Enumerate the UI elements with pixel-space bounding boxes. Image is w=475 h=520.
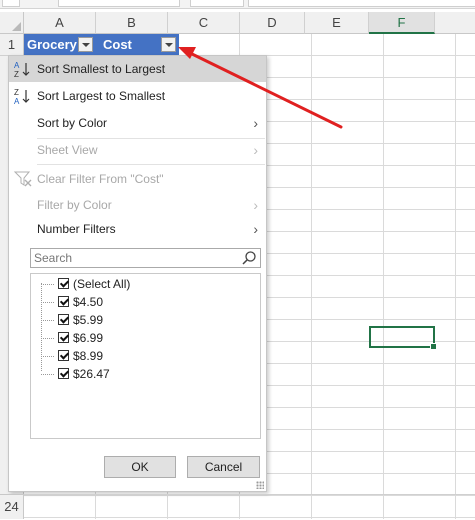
chevron-right-icon: › bbox=[253, 221, 258, 237]
select-all-corner[interactable] bbox=[0, 12, 24, 34]
sort-descending-icon: Z A bbox=[14, 88, 30, 105]
sheet-view-item: Sheet View › bbox=[9, 137, 266, 163]
resize-grip-icon[interactable] bbox=[256, 481, 264, 489]
clear-filter-item: Clear Filter From "Cost" bbox=[9, 166, 266, 192]
sort-largest-to-smallest-item[interactable]: Z A Sort Largest to Smallest bbox=[9, 83, 266, 109]
sort-by-color-label: Sort by Color bbox=[37, 116, 108, 130]
active-cell-f[interactable] bbox=[369, 326, 437, 350]
filter-search-input[interactable]: Search bbox=[30, 248, 261, 268]
filter-by-color-label: Filter by Color bbox=[37, 198, 112, 212]
chevron-right-icon: › bbox=[253, 197, 258, 213]
filter-item-value[interactable]: $26.47 bbox=[33, 365, 258, 383]
column-header-f[interactable]: F bbox=[369, 12, 435, 34]
row-header-1[interactable]: 1 bbox=[0, 34, 24, 56]
cancel-button[interactable]: Cancel bbox=[187, 456, 260, 478]
svg-text:Z: Z bbox=[14, 88, 19, 97]
menu-divider bbox=[37, 164, 265, 165]
checkbox-checked[interactable] bbox=[58, 368, 69, 379]
sort-ascending-label: Sort Smallest to Largest bbox=[37, 62, 166, 76]
ok-button[interactable]: OK bbox=[104, 456, 176, 478]
search-icon bbox=[242, 251, 256, 265]
checkbox-checked[interactable] bbox=[58, 296, 69, 307]
formula-box-edge bbox=[58, 0, 180, 7]
checkbox-checked[interactable] bbox=[58, 332, 69, 343]
checkbox-checked[interactable] bbox=[58, 278, 69, 289]
checkbox-checked[interactable] bbox=[58, 350, 69, 361]
filter-item-value[interactable]: $4.50 bbox=[33, 293, 258, 311]
search-placeholder: Search bbox=[34, 251, 73, 265]
header-cell-cost-text: Cost bbox=[103, 37, 132, 52]
row-header-24[interactable]: 24 bbox=[0, 494, 24, 519]
column-header-c[interactable]: C bbox=[168, 12, 240, 34]
top-toolbar-strip bbox=[0, 0, 475, 9]
svg-text:A: A bbox=[14, 97, 20, 105]
svg-text:A: A bbox=[14, 61, 20, 70]
header-cell-cost[interactable]: Cost bbox=[96, 34, 179, 56]
formula-bar-edge bbox=[248, 0, 475, 7]
column-header-b[interactable]: B bbox=[96, 12, 168, 34]
sheet-view-label: Sheet View bbox=[37, 143, 98, 157]
column-header-g[interactable] bbox=[435, 12, 475, 34]
sort-ascending-icon: A Z bbox=[14, 61, 30, 78]
chevron-right-icon: › bbox=[253, 142, 258, 158]
filter-values-list: (Select All) $4.50 $5.99 $6.99 $8.99 $26… bbox=[30, 273, 261, 439]
autofilter-menu: A Z Sort Smallest to Largest Z A Sort La… bbox=[8, 55, 267, 492]
column-header-e[interactable]: E bbox=[305, 12, 369, 34]
filter-item-value[interactable]: $6.99 bbox=[33, 329, 258, 347]
clear-filter-label: Clear Filter From "Cost" bbox=[37, 172, 164, 186]
row-24-cells[interactable] bbox=[24, 494, 475, 520]
sort-smallest-to-largest-item[interactable]: A Z Sort Smallest to Largest bbox=[9, 56, 266, 82]
toolbar-box-edge bbox=[190, 0, 244, 7]
header-cell-grocery[interactable]: Grocery bbox=[24, 34, 96, 56]
svg-text:Z: Z bbox=[14, 70, 19, 78]
sort-descending-label: Sort Largest to Smallest bbox=[37, 89, 166, 103]
column-header-a[interactable]: A bbox=[24, 12, 96, 34]
filter-dropdown-grocery-button[interactable] bbox=[78, 37, 93, 52]
filter-by-color-item: Filter by Color › bbox=[9, 192, 266, 218]
clear-filter-icon bbox=[13, 171, 32, 187]
checkbox-checked[interactable] bbox=[58, 314, 69, 325]
chevron-right-icon: › bbox=[253, 115, 258, 131]
header-cell-grocery-text: Grocery bbox=[27, 37, 77, 52]
number-filters-label: Number Filters bbox=[37, 222, 116, 236]
filter-item-value[interactable]: $8.99 bbox=[33, 347, 258, 365]
filter-item-value[interactable]: $5.99 bbox=[33, 311, 258, 329]
filter-dropdown-cost-button[interactable] bbox=[161, 37, 176, 52]
name-box-edge bbox=[2, 0, 20, 7]
filter-item-select-all[interactable]: (Select All) bbox=[33, 275, 258, 293]
number-filters-item[interactable]: Number Filters › bbox=[9, 216, 266, 242]
column-header-d[interactable]: D bbox=[240, 12, 305, 34]
sort-by-color-item[interactable]: Sort by Color › bbox=[9, 110, 266, 136]
